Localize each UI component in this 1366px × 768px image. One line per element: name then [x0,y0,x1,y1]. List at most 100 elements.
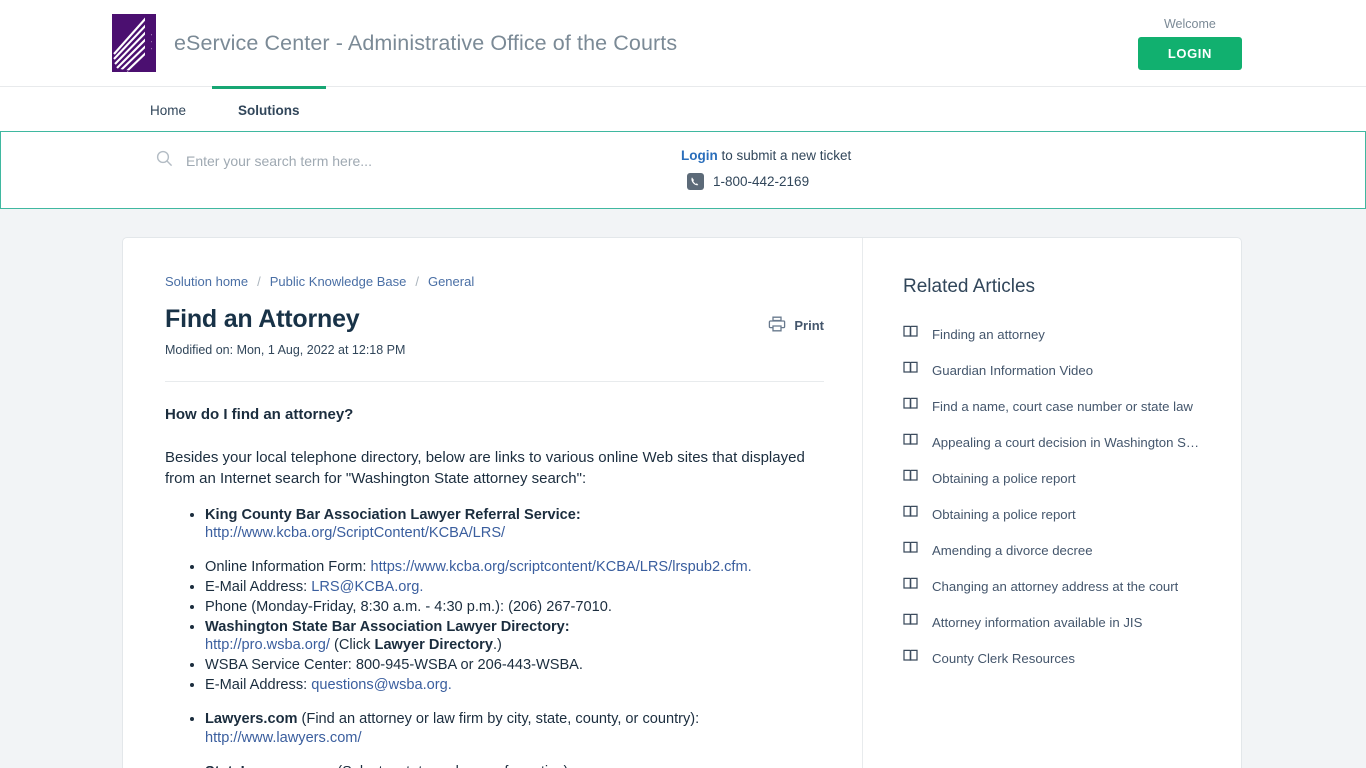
aoc-logo-icon [112,14,156,72]
list-item: StateLawyers.com (Select a state and are… [205,763,824,768]
list-item-bold-label: Washington State Bar Association Lawyer … [205,618,570,635]
list-item-text: (Find an attorney or law firm by city, s… [297,710,700,727]
article-section-heading: How do I find an attorney? [165,406,354,423]
related-article-label: Attorney information available in JIS [932,614,1143,630]
book-icon [903,504,918,524]
list-item: Phone (Monday-Friday, 8:30 a.m. - 4:30 p… [205,598,824,617]
book-icon [903,612,918,632]
related-article-label: Amending a divorce decree [932,542,1093,558]
list-item-bold-label: King County Bar Association Lawyer Refer… [205,506,581,523]
related-article-label: Changing an attorney address at the cour… [932,578,1179,594]
list-item-text: WSBA Service Center: 800-945-WSBA or 206… [205,657,583,674]
breadcrumb-item-solution-home[interactable]: Solution home [165,274,248,289]
book-icon [903,540,918,560]
login-button[interactable]: LOGIN [1137,36,1242,70]
breadcrumb: Solution home / Public Knowledge Base / … [165,274,824,289]
related-article-item[interactable]: Obtaining a police report [903,496,1217,532]
related-article-label: Guardian Information Video [932,362,1094,378]
article-column: Solution home / Public Knowledge Base / … [123,238,863,768]
ticket-help-block: Login to submit a new ticket 1-800-442-2… [681,148,851,190]
breadcrumb-item-general[interactable]: General [428,274,474,289]
search-input[interactable] [186,153,616,169]
list-item-text: (Select a state and area of practice): [333,764,572,768]
book-icon [903,360,918,380]
list-item-link[interactable]: http://www.kcba.org/ScriptContent/KCBA/L… [205,525,505,541]
submit-ticket-line: Login to submit a new ticket [681,148,851,163]
list-item-text: Phone (Monday-Friday, 8:30 a.m. - 4:30 p… [205,598,612,615]
article-intro-paragraph: Besides your local telephone directory, … [165,449,805,488]
list-item: Online Information Form: https://www.kcb… [205,558,824,577]
book-icon [903,396,918,416]
related-articles-title: Related Articles [903,276,1036,297]
support-phone-number: 1-800-442-2169 [713,174,810,189]
support-phone: 1-800-442-2169 [681,173,851,190]
main-nav: Home Solutions [0,86,1366,131]
site-header: eService Center - Administrative Office … [0,0,1366,86]
search-field-group [1,132,616,172]
brand[interactable]: eService Center - Administrative Office … [112,14,677,72]
page-body: Solution home / Public Knowledge Base / … [0,209,1366,768]
search-bar: Login to submit a new ticket 1-800-442-2… [0,131,1366,209]
breadcrumb-separator: / [257,274,261,289]
submit-ticket-text: to submit a new ticket [717,148,852,163]
list-item-link[interactable]: questions@wsba.org. [311,677,452,693]
book-icon [903,576,918,596]
list-item-bold-label: Lawyers.com [205,710,298,727]
list-item-link[interactable]: https://www.kcba.org/scriptcontent/KCBA/… [370,559,751,575]
list-item-link[interactable]: http://www.lawyers.com/ [205,730,362,746]
related-article-item[interactable]: Amending a divorce decree [903,532,1217,568]
list-item-text: Online Information Form: [205,559,371,576]
print-label: Print [794,318,824,333]
list-item-text: (Click [329,637,375,654]
related-article-label: Appealing a court decision in Washington… [932,434,1202,450]
related-article-item[interactable]: Finding an attorney [903,316,1217,352]
related-article-item[interactable]: Obtaining a police report [903,460,1217,496]
breadcrumb-item-public-knowledge-base[interactable]: Public Knowledge Base [270,274,407,289]
related-article-item[interactable]: Find a name, court case number or state … [903,388,1217,424]
book-icon [903,648,918,668]
nav-item-home[interactable]: Home [124,86,212,131]
list-item-link[interactable]: http://pro.wsba.org/ [205,637,330,653]
book-icon [903,432,918,452]
list-item-bold-label: StateLawyers.com [205,764,333,768]
related-article-label: Finding an attorney [932,326,1045,342]
breadcrumb-separator: / [415,274,419,289]
print-button[interactable]: Print [768,315,824,336]
header-account-area: Welcome LOGIN [1137,16,1242,70]
list-item: WSBA Service Center: 800-945-WSBA or 206… [205,656,824,675]
welcome-label: Welcome [1163,16,1216,31]
related-article-label: Obtaining a police report [932,506,1076,522]
list-item-text: E-Mail Address: [205,677,312,694]
related-article-item[interactable]: Guardian Information Video [903,352,1217,388]
attorney-links-list: King County Bar Association Lawyer Refer… [165,506,824,768]
list-item-link[interactable]: LRS@KCBA.org. [311,579,423,595]
brand-title: eService Center - Administrative Office … [174,30,678,55]
related-article-item[interactable]: Attorney information available in JIS [903,604,1217,640]
related-articles-list: Finding an attorney Guardian Information… [903,316,1217,676]
list-item: E-Mail Address: LRS@KCBA.org. [205,578,824,597]
related-article-item[interactable]: County Clerk Resources [903,640,1217,676]
book-icon [903,324,918,344]
article-title-row: Find an Attorney Modified on: Mon, 1 Aug… [165,305,824,357]
page-title: Find an Attorney [165,305,360,333]
list-item: E-Mail Address: questions@wsba.org. [205,676,824,695]
related-article-label: Find a name, court case number or state … [932,398,1193,414]
phone-icon [687,173,704,190]
list-item: Lawyers.com (Find an attorney or law fir… [205,710,824,748]
related-articles-column: Related Articles Finding an attorney Gua… [863,238,1241,768]
related-article-label: Obtaining a police report [932,470,1076,486]
article-divider [165,381,824,382]
list-item-text: .) [492,637,502,654]
list-item-text: E-Mail Address: [205,579,312,596]
login-link[interactable]: Login [681,148,718,163]
related-article-item[interactable]: Changing an attorney address at the cour… [903,568,1217,604]
related-article-label: County Clerk Resources [932,650,1075,666]
nav-item-solutions[interactable]: Solutions [212,86,326,131]
list-item: Washington State Bar Association Lawyer … [205,618,824,656]
modified-date: Modified on: Mon, 1 Aug, 2022 at 12:18 P… [165,343,406,357]
book-icon [903,468,918,488]
search-icon [156,150,173,172]
content-card: Solution home / Public Knowledge Base / … [122,237,1242,768]
list-item: King County Bar Association Lawyer Refer… [205,506,824,544]
related-article-item[interactable]: Appealing a court decision in Washington… [903,424,1217,460]
